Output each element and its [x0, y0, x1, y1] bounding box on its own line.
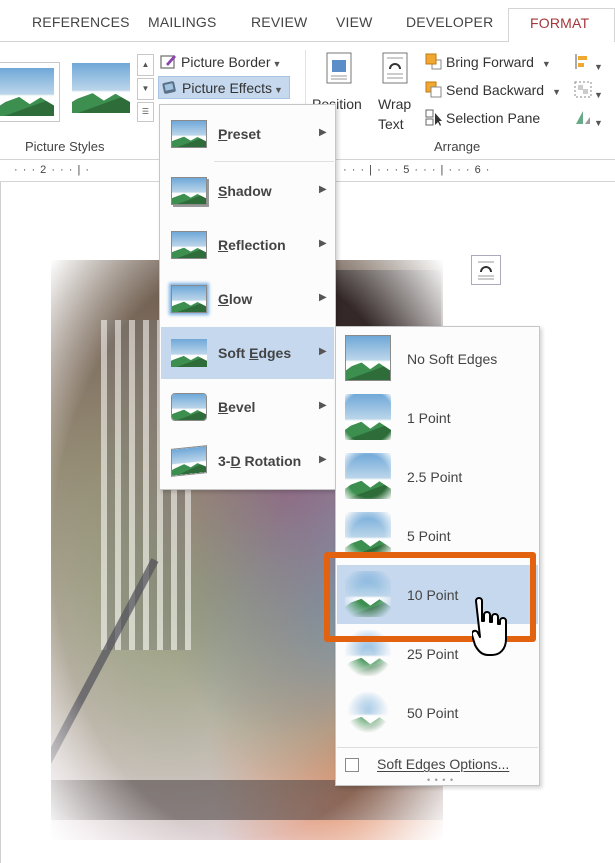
wrap-text-label-2: Text [378, 116, 404, 132]
soft-edge-1pt-icon [345, 394, 391, 440]
tab-review[interactable]: REVIEW [251, 14, 307, 30]
picture-border-label: Picture Border [181, 54, 271, 70]
submenu-arrow-icon: ▶ [319, 127, 327, 138]
rotate-icon [574, 111, 592, 129]
reflection-icon [171, 231, 207, 259]
submenu-arrow-icon: ▶ [319, 454, 327, 465]
gallery-scroll-down[interactable]: ▼ [137, 78, 154, 100]
selection-pane-label: Selection Pane [446, 110, 541, 126]
send-backward-label: Send Backward [446, 82, 545, 98]
wrap-text-button[interactable]: Wrap Text [374, 50, 418, 132]
soft-edge-label: 5 Point [407, 528, 451, 544]
menu-item-glow[interactable]: Glow ▶ [161, 273, 334, 325]
submenu-arrow-icon: ▶ [319, 400, 327, 411]
preset-icon [171, 120, 207, 148]
submenu-arrow-icon: ▶ [319, 184, 327, 195]
tab-mailings[interactable]: MAILINGS [148, 14, 217, 30]
picture-shadow [51, 780, 443, 820]
tab-format[interactable]: FORMAT [508, 8, 615, 43]
submenu-arrow-icon: ▶ [319, 346, 327, 357]
picture-styles-group-label: Picture Styles [25, 139, 105, 154]
bevel-icon [171, 393, 207, 421]
menu-item-soft-edges[interactable]: Soft Edges ▶ [161, 327, 334, 379]
soft-edges-icon [171, 339, 207, 367]
gallery-scroll-up[interactable]: ▲ [137, 54, 154, 76]
submenu-arrow-icon: ▶ [319, 292, 327, 303]
gallery-more[interactable]: ☰ [137, 102, 154, 122]
selection-pane-button[interactable]: Selection Pane [425, 109, 540, 126]
picture-effects-menu: Preset ▶ Shadow ▶ Reflection ▶ Glow ▶ So… [159, 104, 336, 490]
soft-edge-label: 1 Point [407, 410, 451, 426]
layout-options-icon[interactable] [471, 255, 501, 285]
soft-edge-option-2-5pt[interactable]: 2.5 Point [337, 447, 538, 506]
no-soft-edges-icon [345, 335, 391, 381]
menu-item-label: Preset [218, 126, 261, 142]
picture-effects-button[interactable]: Picture Effects ▼ [158, 76, 290, 99]
soft-edges-options-label: Soft Edges Options... [377, 756, 510, 772]
menu-item-label: Glow [218, 291, 253, 307]
picture-border-button[interactable]: Picture Border ▼ [160, 53, 281, 70]
shadow-icon [171, 177, 207, 205]
tab-references[interactable]: REFERENCES [32, 14, 130, 30]
selection-pane-icon [425, 109, 442, 126]
menu-item-preset[interactable]: Preset ▶ [161, 108, 334, 160]
menu-item-label: Shadow [218, 183, 272, 199]
send-backward-icon [425, 81, 442, 98]
hand-cursor-icon [470, 595, 512, 657]
wrap-text-icon [382, 52, 408, 87]
group-icon [574, 81, 592, 101]
menu-item-reflection[interactable]: Reflection ▶ [161, 219, 334, 271]
menu-item-bevel[interactable]: Bevel ▶ [161, 381, 334, 433]
submenu-arrow-icon: ▶ [319, 238, 327, 249]
menu-item-label: 3-D Rotation [218, 453, 302, 469]
soft-edges-options-item[interactable]: Soft Edges Options... • • • • [337, 747, 538, 785]
rotate-button[interactable]: ▼ [574, 109, 603, 129]
menu-item-label: Reflection [218, 237, 286, 253]
soft-edge-option-50pt[interactable]: 50 Point [337, 683, 538, 742]
soft-edge-label: No Soft Edges [407, 351, 498, 367]
menu-item-label: Soft Edges [218, 345, 292, 361]
soft-edges-options-icon [345, 758, 359, 772]
wrap-text-label-1: Wrap [378, 96, 412, 112]
bring-forward-icon [425, 53, 442, 70]
arrange-group-label: Arrange [434, 139, 481, 154]
ruler-left-marks: · · · 2 · · · | · [14, 164, 91, 176]
tab-developer[interactable]: DEVELOPER [406, 14, 493, 30]
picture-style-thumb-2[interactable] [68, 59, 134, 121]
position-icon [326, 52, 352, 87]
picture-border-icon [160, 53, 177, 70]
align-button[interactable]: ▼ [574, 53, 603, 73]
ruler-right-marks: · · · | · · · 5 · · · | · · · 6 · [343, 164, 491, 176]
soft-edge-option-1pt[interactable]: 1 Point [337, 388, 538, 447]
menu-item-3d-rotation[interactable]: 3-D Rotation ▶ [161, 435, 334, 487]
soft-edge-label: 50 Point [407, 705, 459, 721]
ribbon-tabs: REFERENCES MAILINGS REVIEW VIEW DEVELOPE… [0, 0, 615, 43]
align-icon [574, 54, 592, 73]
picture-style-thumb-1[interactable] [0, 62, 60, 122]
glow-icon [171, 285, 207, 313]
soft-edge-label: 25 Point [407, 646, 459, 662]
menu-item-label: Bevel [218, 399, 256, 415]
menu-item-shadow[interactable]: Shadow ▶ [161, 165, 334, 217]
soft-edge-label: 2.5 Point [407, 469, 463, 485]
picture-effects-icon [161, 79, 178, 96]
bring-forward-label: Bring Forward [446, 54, 534, 70]
send-backward-button[interactable]: Send Backward ▼ [425, 81, 561, 98]
3d-rotation-icon [171, 445, 207, 477]
soft-edge-2-5pt-icon [345, 453, 391, 499]
picture-effects-label: Picture Effects [182, 80, 273, 96]
tab-view[interactable]: VIEW [336, 14, 373, 30]
bring-forward-button[interactable]: Bring Forward ▼ [425, 53, 551, 70]
soft-edge-option-none[interactable]: No Soft Edges [337, 329, 538, 388]
group-button[interactable]: ▼ [574, 81, 603, 101]
soft-edge-50pt-icon [345, 689, 391, 735]
menu-separator [214, 161, 334, 162]
resize-grip-icon[interactable]: • • • • [427, 775, 454, 785]
